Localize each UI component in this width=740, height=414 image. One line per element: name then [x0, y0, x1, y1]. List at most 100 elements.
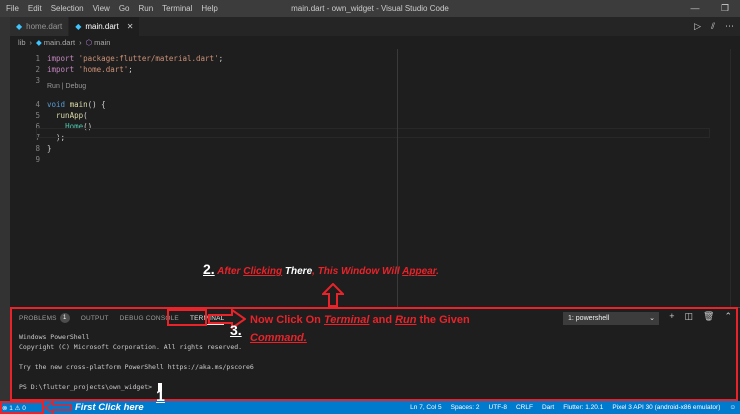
terminal-tab-highlight-box [167, 309, 207, 326]
status-right-items: Ln 7, Col 5 Spaces: 2 UTF-8 CRLF Dart Fl… [401, 401, 736, 414]
left-arrow-annotation [44, 401, 72, 414]
status-indentation[interactable]: Spaces: 2 [451, 404, 480, 411]
code-token: main [69, 100, 88, 109]
annotation-step-2: 2. After Clicking There, This Window Wil… [203, 261, 439, 277]
breadcrumb-file[interactable]: main.dart [44, 38, 75, 47]
code-token: } [47, 144, 52, 153]
annotation-step-1-text: First Click here [75, 402, 144, 413]
annotation-text: , This [312, 266, 342, 277]
maximize-button[interactable]: ❐ [710, 0, 740, 17]
code-token: ; [128, 65, 133, 74]
breadcrumb-symbol[interactable]: main [94, 38, 110, 47]
annotation-step-1-number: 1 [156, 388, 165, 405]
line-number: 4 [35, 100, 40, 109]
feedback-icon[interactable]: ☺ [729, 404, 736, 411]
dart-file-icon: ◆ [75, 22, 82, 31]
annotation-text: Clicking [243, 266, 283, 277]
code-text: import 'home.dart'; [47, 64, 133, 75]
tab-label: home.dart [26, 22, 63, 31]
method-icon: ⬡ [85, 38, 93, 47]
code-token: ; [218, 54, 224, 63]
status-cursor-position[interactable]: Ln 7, Col 5 [410, 404, 441, 411]
activity-bar [0, 17, 10, 405]
editor-tab-bar: ◆ home.dart ◆ main.dart ✕ ▷ ⫽ ⋯ [10, 17, 740, 36]
annotation-number: 2. [203, 261, 215, 277]
code-token: runApp [56, 111, 84, 120]
line-number: 9 [35, 155, 40, 164]
code-text: void main() { [47, 99, 106, 110]
menu-item-file[interactable]: File [6, 0, 19, 17]
status-device[interactable]: Pixel 3 API 30 (android-x86 emulator) [612, 404, 720, 411]
dart-file-icon: ◆ [36, 38, 42, 47]
code-line: 5 runApp( [10, 110, 740, 121]
codelens-run-debug[interactable]: Run | Debug [47, 83, 86, 90]
code-token: ( [83, 111, 88, 120]
title-bar: File Edit Selection View Go Run Terminal Help m… [0, 0, 740, 17]
line-number: 5 [35, 111, 40, 120]
code-line: 4 void main() { [10, 99, 740, 110]
menu-item-help[interactable]: Help [201, 0, 217, 17]
code-token: () { [87, 100, 106, 109]
tab-label: main.dart [85, 22, 119, 31]
code-token: import [47, 54, 75, 63]
annotation-text: the Given [416, 314, 470, 326]
code-token: 'package:flutter/material.dart' [78, 54, 219, 63]
annotation-text: . [436, 266, 439, 277]
menu-item-selection[interactable]: Selection [51, 0, 84, 17]
line-number: 2 [35, 65, 40, 74]
status-problems-highlight-box [0, 401, 44, 414]
annotation-text: There [282, 266, 313, 277]
chevron-right-icon: › [29, 38, 33, 47]
annotation-text: Now Click On [250, 314, 324, 326]
dart-file-icon: ◆ [16, 22, 23, 31]
line-number: 3 [35, 76, 40, 85]
code-text: runApp( [47, 110, 88, 121]
code-line: 9 [10, 154, 740, 165]
code-line: 3 [10, 75, 740, 86]
editor-actions: ▷ ⫽ ⋯ [684, 17, 734, 36]
run-icon[interactable]: ▷ [694, 21, 701, 32]
tab-main-dart[interactable]: ◆ main.dart ✕ [69, 17, 141, 36]
menu-item-go[interactable]: Go [119, 0, 130, 17]
menu-item-view[interactable]: View [93, 0, 110, 17]
line-number: 1 [35, 54, 40, 63]
menu-item-terminal[interactable]: Terminal [162, 0, 192, 17]
status-line-ending[interactable]: CRLF [516, 404, 533, 411]
editor-scrollbar[interactable] [730, 49, 740, 307]
code-token: void [47, 100, 66, 109]
code-token: 'home.dart' [78, 65, 129, 74]
current-line-highlight [36, 128, 710, 138]
annotation-text: Window [341, 266, 380, 277]
code-text: } [47, 143, 52, 154]
close-icon[interactable]: ✕ [127, 22, 134, 31]
tab-home-dart[interactable]: ◆ home.dart [10, 17, 70, 36]
up-arrow-annotation [322, 283, 344, 307]
annotation-text: Appear [402, 266, 437, 277]
annotation-text: Run [395, 314, 417, 326]
annotation-text: and [369, 314, 396, 326]
menu-bar: File Edit Selection View Go Run Terminal Help [0, 0, 227, 17]
chevron-right-icon: › [79, 38, 82, 47]
menu-item-run[interactable]: Run [138, 0, 153, 17]
more-actions-icon[interactable]: ⋯ [725, 21, 734, 32]
annotation-text: Terminal [323, 314, 370, 326]
menu-item-edit[interactable]: Edit [28, 0, 42, 17]
annotation-number: 3. [230, 322, 242, 338]
breadcrumb-lib[interactable]: lib [18, 38, 26, 47]
split-editor-icon[interactable]: ⫽ [711, 21, 715, 32]
line-number: 8 [35, 144, 40, 153]
minimize-button[interactable]: — [680, 0, 710, 17]
status-flutter-version[interactable]: Flutter: 1.20.1 [563, 404, 603, 411]
code-text: import 'package:flutter/material.dart'; [47, 53, 223, 64]
status-encoding[interactable]: UTF-8 [489, 404, 507, 411]
code-line: 2 import 'home.dart'; [10, 64, 740, 75]
annotation-text: Command. [250, 332, 307, 344]
annotation-step-3: 3. Now Click On Terminal and Run the Giv… [230, 313, 470, 344]
status-language[interactable]: Dart [542, 404, 554, 411]
code-line: 1 import 'package:flutter/material.dart'; [10, 53, 740, 64]
annotation-text: Will [379, 266, 403, 277]
code-token: import [47, 65, 75, 74]
window-controls: — ❐ [680, 0, 740, 17]
breadcrumb: lib › ◆ main.dart › ⬡ main [10, 36, 740, 49]
